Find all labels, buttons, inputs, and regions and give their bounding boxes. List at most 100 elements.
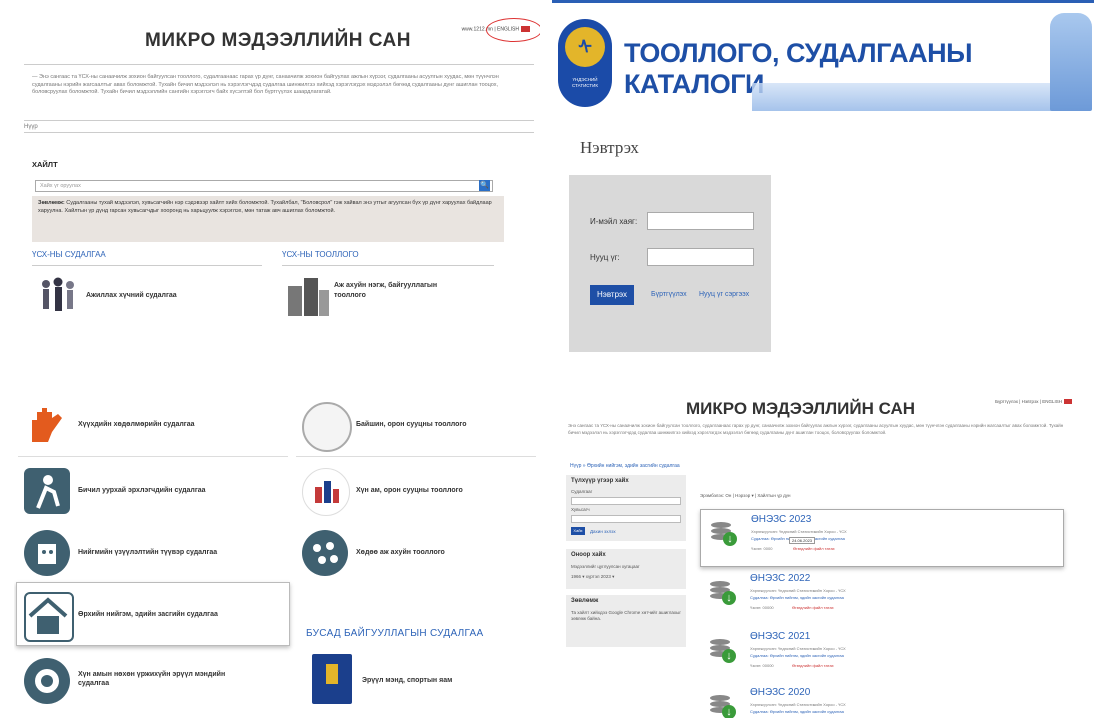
census-logo-icon [302,468,350,516]
soyombo-icon: ᠰ [565,27,605,67]
study-result-card[interactable]: ↓ ӨНЭЗС 2023 Хэрэгжүүлсэн: Үндэсний Статис… [700,509,1064,567]
highlight-circle [486,18,540,42]
divider [32,265,262,266]
password-field[interactable] [647,248,754,266]
database-download-icon: ↓ [710,693,736,718]
study-result-card[interactable]: ↓ ӨНЭЗС 2021 Хэрэгжүүлсэн: Үндэсний Статис… [700,627,1062,683]
register-link[interactable]: Бүртгүүлэх [651,291,687,298]
study-collection-link[interactable]: Судалгаа: Өрхийн нийгэм, эдийн засгийн с… [750,653,844,658]
database-download-icon: ↓ [710,579,736,605]
password-label: Нууц үг: [590,253,620,262]
section-nso-censuses[interactable]: ҮСХ-НЫ ТООЛЛОГО [282,250,359,259]
item-label: Хүн ам, орон сууцны тооллого [356,487,463,494]
download-data-link[interactable]: Өгөгдлийн файл татах [792,663,834,668]
study-title-link[interactable]: ӨНЭЗС 2021 [750,631,810,642]
reproductive-health-survey-link[interactable]: Хүн амын нөхөн үржихүйн эрүүл мэндийн су… [18,650,288,710]
catalog-banner: ᠰ ҮНДЭСНИЙ СТАТИСТИК ТООЛЛОГО, СУДАЛГААН… [552,0,1094,115]
database-download-icon: ↓ [711,520,737,546]
item-label: Эрүүл мэнд, спортын яам [362,677,453,684]
study-title-link[interactable]: ӨНЭЗС 2020 [750,687,810,698]
study-result-card[interactable]: ↓ ӨНЭЗС 2022 Хэрэгжүүлсэн: Үндэсний Статис… [700,569,1062,625]
item-label: Хөдөө аж ахуйн тооллого [356,549,445,556]
study-organization: Хэрэгжүүлсэн: Үндэсний Статистикийн Хоро… [751,529,847,534]
mother-child-icon [24,658,70,704]
search-tip: Зөвлөмж: Судалгааны тухай мэдээлэл, хувь… [32,196,504,242]
flag-icon[interactable] [1064,399,1072,405]
help-title: Зөвлөмж [571,598,599,604]
statue-image [1050,13,1092,111]
other-org-surveys-heading[interactable]: БУСАД БАЙГУУЛЛАГЫН СУДАЛГАА [306,628,484,639]
help-text: Та хайлт хийхдээ Google Chrome хөтчийг а… [571,610,682,621]
study-collection-link[interactable]: Судалгаа: Өрхийн нийгэм, эдийн засгийн с… [750,709,844,714]
divider [18,456,288,457]
date-tooltip: 24.06.2023 [789,537,816,544]
item-label: Ажиллах хүчний судалгаа [86,292,177,299]
divider [282,265,494,266]
miner-icon [24,468,70,514]
study-organization: Хэрэгжүүлсэн: Үндэсний Статистикийн Хоро… [750,588,846,593]
top-links-text[interactable]: Бүртгүүлэх | Нэвтрэх | ENGLISH [995,399,1062,404]
housing-census-link[interactable]: Байшин, орон сууцны тооллого [296,394,536,454]
help-box: Зөвлөмж Та хайлт хийхдээ Google Chrome х… [566,595,686,647]
divider [24,64,534,65]
email-field[interactable] [647,212,754,230]
livestock-icon [302,530,348,576]
reset-link[interactable]: Дахин эхлэх [590,529,616,534]
view-count: Үзсэн: 00000 [750,605,774,610]
item-label: Нийгмийн үзүүлэлтийн түүвэр судалгаа [78,549,218,556]
child-labour-survey-link[interactable]: Хүүхдийн хөдөлмөрийн судалгаа [18,394,288,454]
year-filter-box: Оноор хайх Мэдээллийг цуглуулсан хугацаа… [566,549,686,589]
health-sport-ministry-link[interactable]: Эрүүл мэнд, спортын яам [306,650,536,710]
household-socio-economic-survey-link[interactable]: Өрхийн нийгэм, эдийн засгийн судалгаа [18,584,288,644]
breadcrumb[interactable]: Нүүр » Өрхийн нийгэм, эдийн засгийн суда… [570,463,680,469]
population-census-link[interactable]: Хүн ам, орон сууцны тооллого [296,460,536,520]
breadcrumb[interactable]: Нүүр [24,124,38,130]
section-nso-surveys[interactable]: ҮСХ-НЫ СУДАЛГАА [32,250,106,259]
tip-label: Зөвлөмж: [38,200,65,206]
study-title-link[interactable]: ӨНЭЗС 2023 [751,514,811,525]
item-label: Өрхийн нийгэм, эдийн засгийн судалгаа [78,611,218,618]
social-indicator-survey-link[interactable]: Нийгмийн үзүүлэлтийн түүвэр судалгаа [18,522,288,582]
buildings-icon [288,278,329,316]
nso-logo[interactable]: ᠰ ҮНДЭСНИЙ СТАТИСТИК [558,19,612,107]
page-title: МИКРО МЭДЭЭЛЛИЙН САН [145,30,411,51]
family-icon [24,530,70,576]
year-filter-text: Мэдээллийг цуглуулсан хугацааг [571,564,640,569]
ministry-logo-icon [312,654,352,704]
variable-label: Хувьсагч [571,507,590,512]
survey-collection-panel: МИКРО МЭДЭЭЛЛИЙН САН Бүртгүүлэх | Нэвтрэ… [560,393,1074,718]
intro-text: Энэ сангаас та ҮСХ-ны санаачилж зохион б… [568,423,1064,435]
forgot-password-link[interactable]: Нууц үг сэргээх [699,291,749,298]
year-range-select[interactable]: 1966 ▾ хүртэл 2023 ▾ [571,574,614,580]
keyword-filter-box: Түлхүүр үгээр хайх Судалгааг Хувьсагч Ха… [566,475,686,541]
item-label: Хүүхдийн хөдөлмөрийн судалгаа [78,421,195,428]
intro-text: — Энэ сангаас та ҮСХ-ны санаачилж зохион… [32,74,499,95]
study-title-link[interactable]: ӨНЭЗС 2022 [750,573,810,584]
home-icon [24,592,74,642]
page-title: МИКРО МЭДЭЭЛЛИЙН САН [686,399,916,418]
database-download-icon: ↓ [710,637,736,663]
study-result-card[interactable]: ↓ ӨНЭЗС 2020 Хэрэгжүүлсэн: Үндэсний Статис… [700,683,1062,718]
study-label: Судалгааг [571,489,593,494]
search-input[interactable]: Хайх үг оруулах [35,180,493,192]
mining-survey-link[interactable]: Бичил уурхай эрхлэгчдийн судалгаа [18,460,288,520]
search-button[interactable]: 🔍 [479,180,490,191]
agriculture-census-link[interactable]: Хөдөө аж ахуйн тооллого [296,522,536,582]
login-button[interactable]: Нэвтрэх [590,285,634,305]
study-organization: Хэрэгжүүлсэн: Үндэсний Статистикийн Хоро… [750,702,846,707]
login-form: И-мэйл хаяг: Нууц үг: Нэвтрэх Бүртгүүлэх… [569,175,771,352]
item-label: тооллого [334,292,366,299]
micro-data-home-panel: МИКРО МЭДЭЭЛЛИЙН САН www.1212.mn | ENGLI… [10,8,540,326]
search-heading: ХАЙЛТ [32,160,58,169]
download-data-link[interactable]: Өгөгдлийн файл татах [792,605,834,610]
variable-input[interactable] [571,515,681,523]
sort-controls[interactable]: Эрэмбэлэх: Он | Нэрээр ▾ | Хайлтын үр дү… [700,493,790,499]
top-links[interactable]: Бүртгүүлэх | Нэвтрэх | ENGLISH [995,399,1072,405]
study-collection-link[interactable]: Судалгаа: Өрхийн нийгэм, эдийн засгийн с… [750,595,844,600]
city-skyline-image [752,83,1082,111]
divider [296,456,536,457]
study-input[interactable] [571,497,681,505]
download-data-link[interactable]: Өгөгдлийн файл татах [793,546,835,551]
search-button[interactable]: Хайх [571,527,585,535]
login-heading: Нэвтрэх [580,138,639,157]
